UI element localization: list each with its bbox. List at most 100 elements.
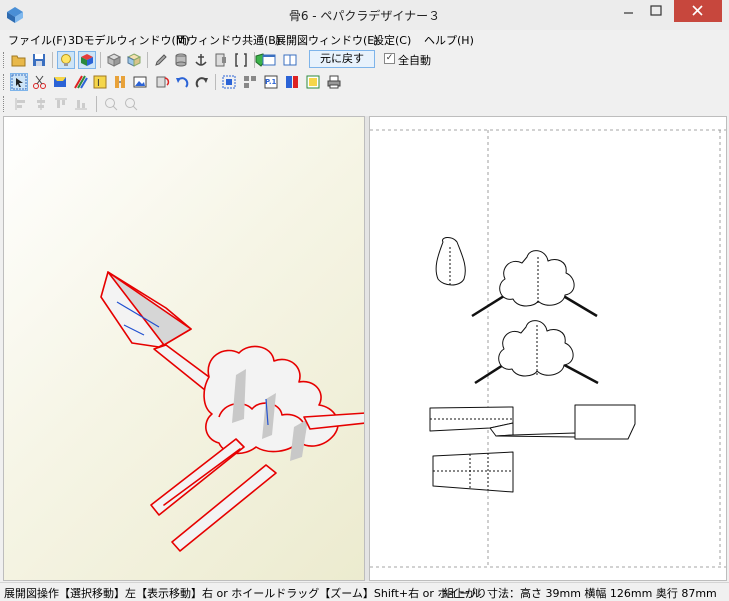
paper-settings-icon [306,75,320,89]
texture-toggle-button[interactable] [78,51,96,69]
auto-checkbox-label: 全自動 [398,54,431,67]
select-arrow-icon [11,74,27,90]
close-button[interactable] [674,0,722,22]
arrange-button[interactable] [241,73,259,91]
window-icon [262,54,276,66]
edit-pen-button[interactable] [152,51,170,69]
unfold-2d-view[interactable] [369,116,727,581]
model-shade-button[interactable] [125,51,143,69]
page-layout-button[interactable] [283,73,301,91]
flap-icon [54,77,66,87]
cylinder-button[interactable] [172,51,190,69]
align-center-icon [37,98,45,110]
light-toggle-button[interactable] [57,51,75,69]
pencil-icon [155,54,167,66]
parts-join-icon [115,76,125,88]
fit-view-button[interactable] [220,73,238,91]
open-file-button[interactable] [10,51,28,69]
window-split-button[interactable] [281,51,299,69]
anchor-icon [195,54,207,66]
status-help-text: 展開図操作【選択移動】左【表示移動】右 or ホイールドラッグ【ズーム】Shif… [4,587,482,600]
align-left-button[interactable] [12,95,30,113]
menu-bar: ファイル(F) 3Dモデルウィンドウ(M) 両ウィンドウ共通(B) 展開図ウィン… [0,30,729,48]
toolbar-main: 元に戻す ✓ 全自動 [0,49,729,71]
parts-join-button[interactable] [111,73,129,91]
toolbar-grip [3,96,6,112]
minimize-button[interactable] [614,0,642,22]
menu-3d-model-window[interactable]: 3Dモデルウィンドウ(M) [68,32,190,48]
window-single-button[interactable] [260,51,278,69]
select-tool-button[interactable] [10,73,28,91]
flap-button[interactable] [51,73,69,91]
text-tool-icon: I [93,75,107,89]
window-split-icon [283,54,297,66]
page-number-label: P.1 [265,78,277,86]
align-left-icon [15,98,25,110]
align-center-button[interactable] [32,95,50,113]
auto-checkbox[interactable]: ✓ [384,53,395,64]
model-view-button[interactable] [105,51,123,69]
paper-settings-button[interactable] [304,73,322,91]
undo-arrow-icon [176,77,189,88]
printer-icon [327,75,341,89]
undo-button[interactable]: 元に戻す [309,50,375,68]
toolbar-separator [52,52,53,68]
menu-both-windows[interactable]: 両ウィンドウ共通(B) [176,32,280,48]
menu-unfold-window[interactable]: 展開図ウィンドウ(E) [275,32,379,48]
arrange-parts-icon [244,76,256,88]
rotate-part-button[interactable] [153,73,171,91]
toolbar-align [0,93,729,115]
bracket-icon [235,53,247,67]
bone-model-3d [100,271,364,552]
folder-open-icon [11,55,26,67]
zoom-out-icon [125,98,138,111]
printer-button[interactable] [325,73,343,91]
color-edge-button[interactable] [71,73,89,91]
toolbar-separator [147,52,148,68]
anchor-button[interactable] [192,51,210,69]
cut-edge-button[interactable] [31,73,49,91]
cube-shaded-icon [126,53,142,67]
part-button[interactable] [212,51,230,69]
text-button[interactable]: I [91,73,109,91]
undo-arrow-button[interactable] [173,73,191,91]
toolbar-grip [3,74,6,90]
align-top-icon [55,98,67,108]
toolbar-grip [3,52,6,68]
fit-view-icon [222,75,236,89]
menu-file[interactable]: ファイル(F) [8,32,67,48]
align-bottom-button[interactable] [72,95,90,113]
align-bottom-icon [75,100,87,110]
save-disk-icon [33,54,45,66]
zoom-in-button[interactable] [102,95,120,113]
cylinder-icon [175,53,187,67]
zoom-out-button[interactable] [122,95,140,113]
unfold-layout [370,129,726,568]
toolbar-unfold: I [0,71,729,93]
menu-settings[interactable]: 設定(C) [373,32,411,48]
light-bulb-icon [61,54,71,66]
status-dimensions: 組上がり寸法：高さ 39mm 横幅 126mm 奥行 87mm [443,587,717,600]
redo-arrow-icon [195,77,208,88]
toolbar-separator [215,74,216,90]
cube-gray-icon [106,53,122,67]
maximize-button[interactable] [642,0,670,22]
image-button[interactable] [131,73,149,91]
zoom-in-icon [105,98,118,111]
toolbar-separator [254,52,255,68]
color-pencils-icon [74,75,88,89]
rotate-part-icon [156,76,170,88]
toolbar-separator [96,96,97,112]
menu-help[interactable]: ヘルプ(H) [424,32,474,48]
save-button[interactable] [30,51,48,69]
toolbar-separator [100,52,101,68]
maximize-icon [650,5,662,16]
status-bar: 展開図操作【選択移動】左【表示移動】右 or ホイールドラッグ【ズーム】Shif… [0,582,729,601]
align-top-button[interactable] [52,95,70,113]
title-bar: 骨6 - ペパクラデザイナー３ [0,0,729,31]
svg-text:I: I [97,78,100,89]
model-3d-view[interactable] [3,116,365,581]
texture-cube-icon [81,54,93,66]
bracket-button[interactable] [232,51,250,69]
redo-arrow-button[interactable] [193,73,211,91]
